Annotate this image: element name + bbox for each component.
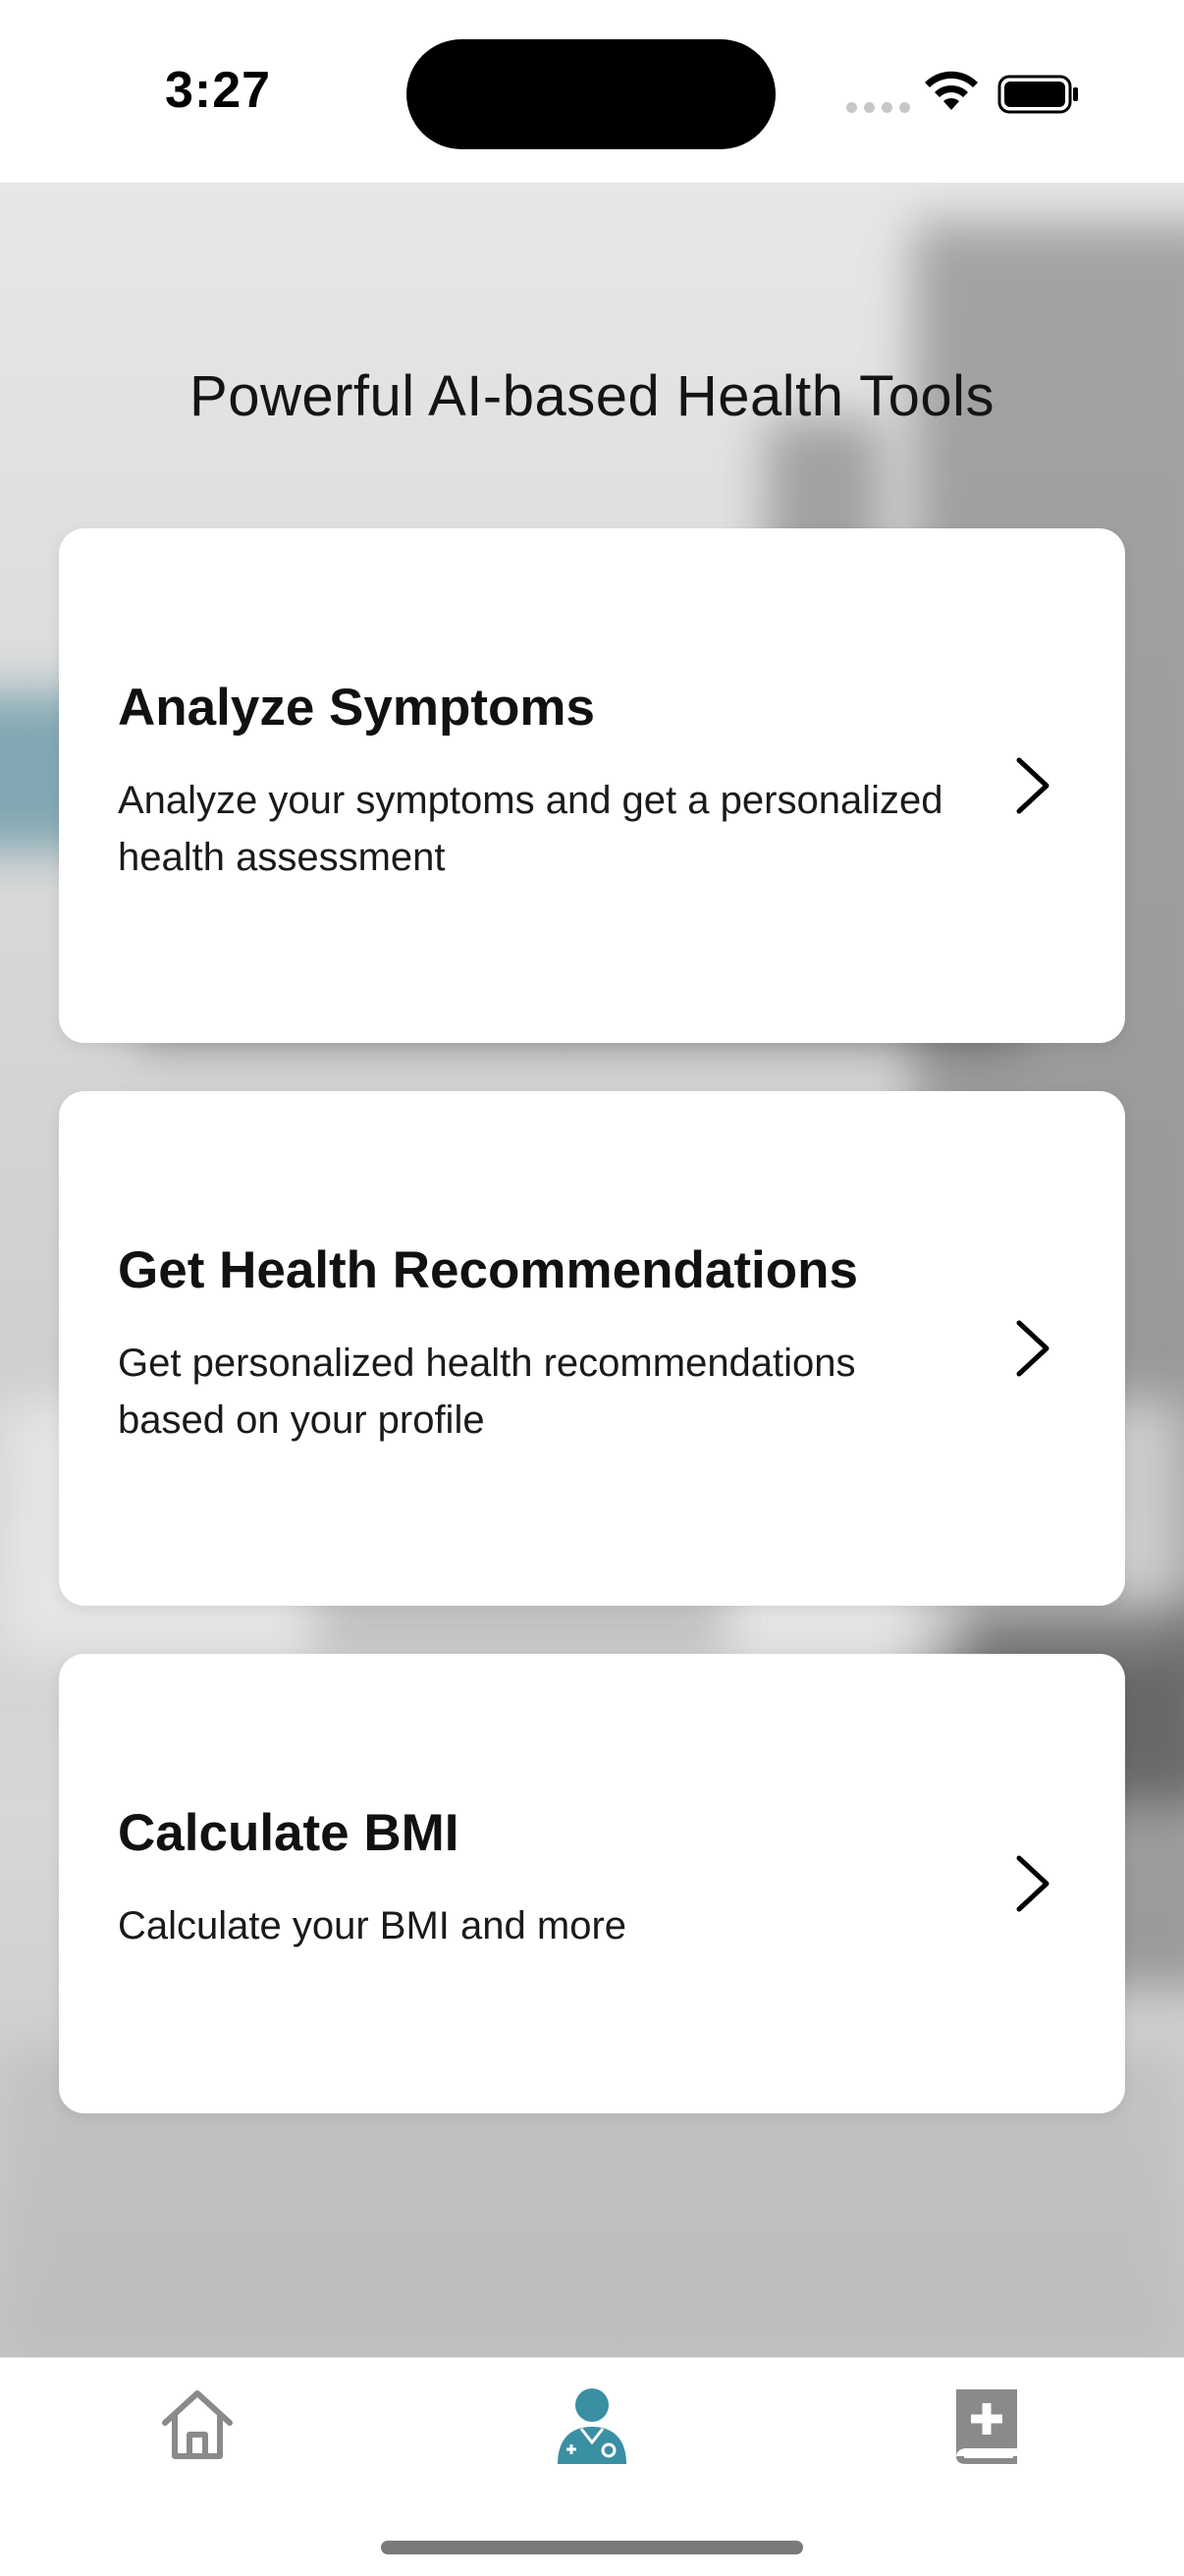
analyze-symptoms-card[interactable]: Analyze Symptoms Analyze your symptoms a… <box>59 528 1125 1043</box>
status-time: 3:27 <box>165 62 272 119</box>
card-description: Analyze your symptoms and get a personal… <box>118 779 943 879</box>
home-indicator[interactable] <box>381 2541 803 2554</box>
tab-home[interactable] <box>153 2380 242 2468</box>
card-text: Analyze Symptoms Analyze your symptoms a… <box>118 676 952 886</box>
card-title: Get Health Recommendations <box>118 1241 858 1299</box>
status-bar: 3:27 <box>0 0 1184 183</box>
card-title: Calculate BMI <box>118 1804 459 1862</box>
tab-doctor[interactable] <box>548 2380 636 2468</box>
card-description: Get personalized health recommendations … <box>118 1342 856 1442</box>
card-text: Calculate BMI Calculate your BMI and mor… <box>118 1801 952 1954</box>
health-recommendations-card[interactable]: Get Health Recommendations Get personali… <box>59 1091 1125 1606</box>
cellular-signal-icon <box>846 102 910 113</box>
chevron-right-icon <box>1016 1320 1049 1377</box>
dynamic-island <box>406 39 776 149</box>
battery-icon <box>997 75 1078 114</box>
wifi-icon <box>925 71 978 110</box>
card-description: Calculate your BMI and more <box>118 1904 627 1947</box>
chevron-right-icon <box>1016 757 1049 814</box>
home-icon <box>162 2390 233 2459</box>
card-title: Analyze Symptoms <box>118 679 595 737</box>
medical-book-icon <box>956 2389 1017 2464</box>
calculate-bmi-card[interactable]: Calculate BMI Calculate your BMI and mor… <box>59 1654 1125 2113</box>
page-title: Powerful AI-based Health Tools <box>189 364 995 428</box>
card-text: Get Health Recommendations Get personali… <box>118 1238 952 1449</box>
tab-bar <box>0 2357 1184 2576</box>
tab-medical-book[interactable] <box>942 2380 1031 2468</box>
chevron-right-icon <box>1016 1855 1049 1912</box>
doctor-icon <box>558 2388 626 2464</box>
